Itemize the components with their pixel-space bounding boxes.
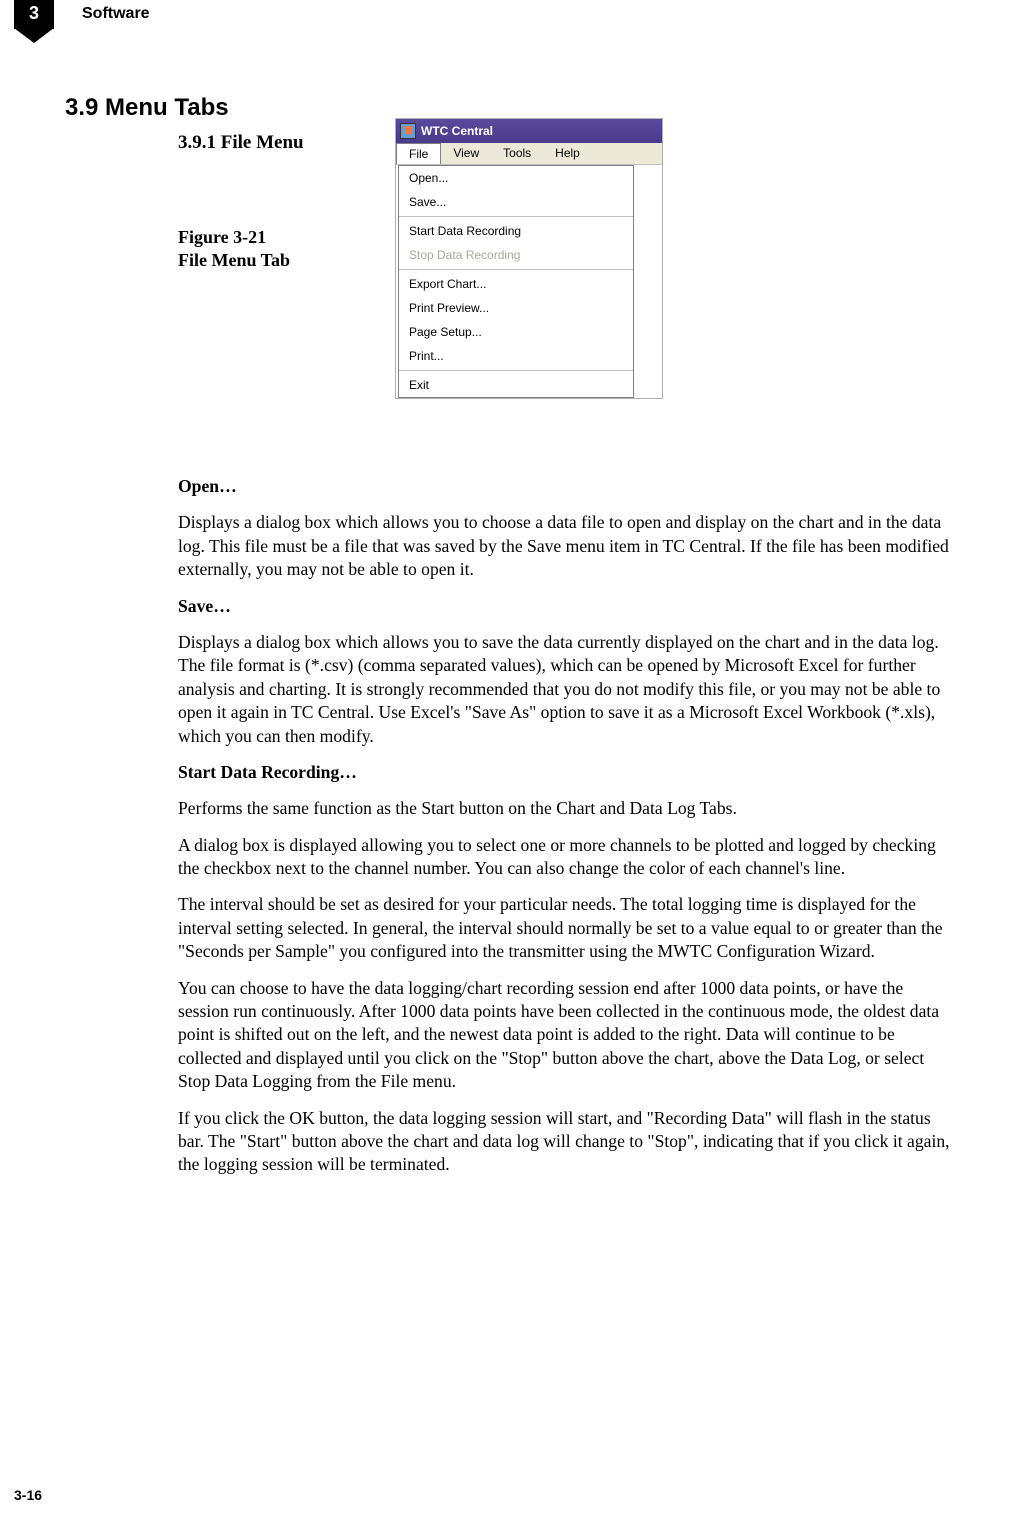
titlebar: WTC Central	[396, 119, 662, 143]
menu-separator	[399, 370, 633, 371]
menu-item-exit[interactable]: Exit	[399, 373, 633, 397]
menu-item-stop-recording[interactable]: Stop Data Recording	[399, 243, 633, 267]
open-heading: Open…	[178, 475, 953, 498]
menu-item-page-setup[interactable]: Page Setup...	[399, 320, 633, 344]
app-screenshot: WTC Central File View Tools Help Open...…	[395, 118, 663, 399]
figure-number: Figure 3-21	[178, 227, 266, 247]
start-p2: A dialog box is displayed allowing you t…	[178, 834, 953, 881]
section-label: Software	[82, 5, 150, 23]
menu-tools[interactable]: Tools	[491, 143, 543, 164]
menu-item-export-chart[interactable]: Export Chart...	[399, 272, 633, 296]
section-title: 3.9 Menu Tabs	[65, 94, 229, 122]
menu-item-print[interactable]: Print...	[399, 344, 633, 368]
start-heading: Start Data Recording…	[178, 761, 953, 784]
start-p1: Performs the same function as the Start …	[178, 797, 953, 820]
file-dropdown: Open... Save... Start Data Recording Sto…	[398, 165, 634, 398]
page-number: 3-16	[14, 1487, 42, 1503]
menu-item-open[interactable]: Open...	[399, 166, 633, 190]
start-p3: The interval should be set as desired fo…	[178, 893, 953, 963]
menu-item-start-recording[interactable]: Start Data Recording	[399, 219, 633, 243]
start-p4: You can choose to have the data logging/…	[178, 977, 953, 1094]
subsection-title: 3.9.1 File Menu	[178, 132, 304, 154]
menu-help[interactable]: Help	[543, 143, 592, 164]
menu-item-save[interactable]: Save...	[399, 190, 633, 214]
menu-separator	[399, 216, 633, 217]
menu-view[interactable]: View	[441, 143, 491, 164]
start-p5: If you click the OK button, the data log…	[178, 1107, 953, 1177]
page-header: 3 Software	[14, 0, 1025, 28]
app-icon	[400, 123, 416, 139]
menu-file[interactable]: File	[396, 143, 441, 164]
chapter-marker: 3	[14, 0, 54, 29]
open-text: Displays a dialog box which allows you t…	[178, 511, 953, 581]
save-text: Displays a dialog box which allows you t…	[178, 631, 953, 748]
save-heading: Save…	[178, 595, 953, 618]
menu-separator	[399, 269, 633, 270]
menu-item-print-preview[interactable]: Print Preview...	[399, 296, 633, 320]
figure-caption: File Menu Tab	[178, 250, 290, 270]
figure-label: Figure 3-21 File Menu Tab	[178, 226, 290, 273]
menubar: File View Tools Help	[396, 143, 662, 165]
body-text: Open… Displays a dialog box which allows…	[178, 475, 953, 1190]
chapter-number: 3	[29, 3, 39, 24]
app-title: WTC Central	[421, 124, 493, 138]
